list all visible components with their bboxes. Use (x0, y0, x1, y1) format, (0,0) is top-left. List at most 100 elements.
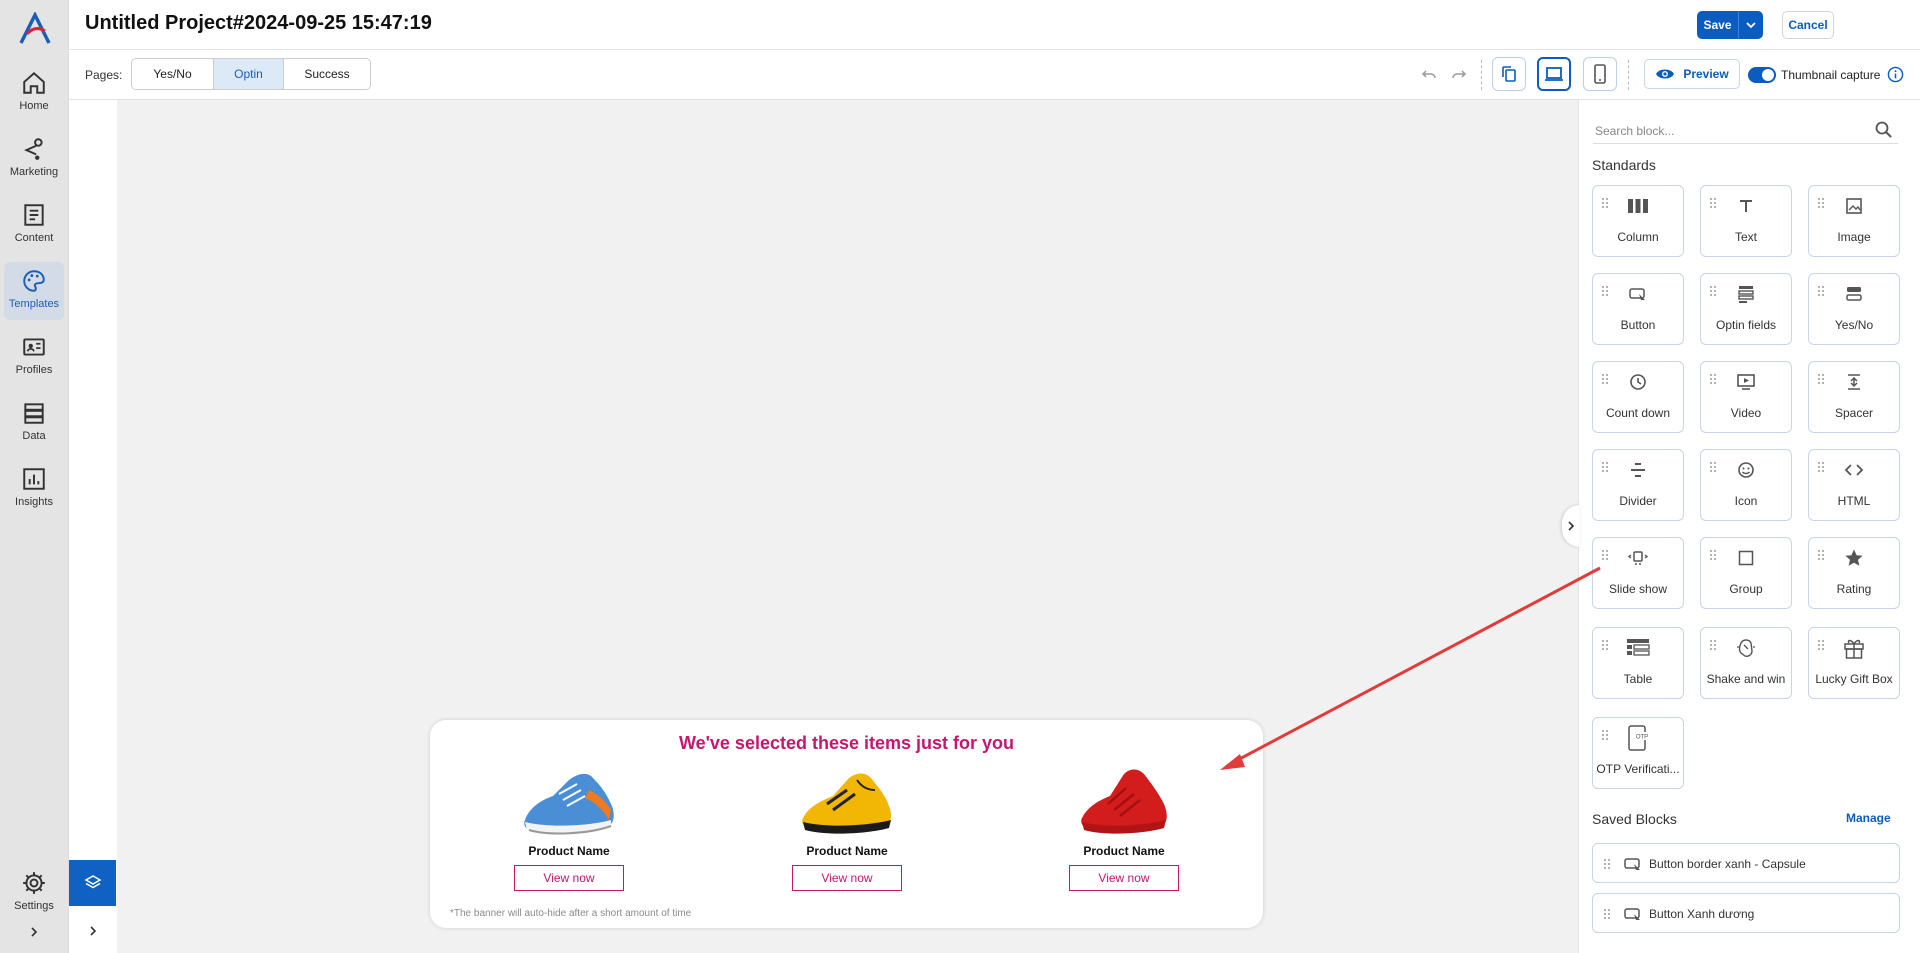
strip-expand-button[interactable] (82, 920, 104, 942)
palette-icon (23, 270, 45, 292)
drag-handle-icon[interactable] (1817, 285, 1825, 297)
view-now-button[interactable]: View now (792, 865, 902, 891)
block-count-down[interactable]: Count down (1592, 361, 1684, 433)
editor-toolbar: Pages: Yes/No Optin Success (69, 50, 1920, 100)
save-button[interactable]: Save (1697, 11, 1739, 39)
block-label: Slide show (1608, 582, 1668, 596)
block-slide-show[interactable]: Slide show (1592, 537, 1684, 609)
save-options-button[interactable] (1739, 11, 1763, 39)
block-label: Button (1620, 318, 1656, 332)
product-card[interactable]: Product Name View now (513, 760, 625, 891)
smiley-icon (1734, 458, 1758, 482)
block-video[interactable]: Video (1700, 361, 1792, 433)
drag-handle-icon[interactable] (1709, 461, 1717, 473)
mobile-view-button[interactable] (1583, 57, 1617, 91)
block-yes-no[interactable]: Yes/No (1808, 273, 1900, 345)
nav-insights[interactable]: Insights (4, 460, 64, 518)
nav-content[interactable]: Content (4, 196, 64, 254)
undo-button[interactable] (1418, 64, 1440, 86)
nav-marketing[interactable]: Marketing (4, 130, 64, 188)
drag-handle-icon[interactable] (1709, 549, 1717, 561)
drag-handle-icon[interactable] (1603, 908, 1611, 920)
nav-data[interactable]: Data (4, 394, 64, 452)
thumbnail-capture-toggle[interactable] (1748, 67, 1776, 83)
drag-handle-icon[interactable] (1603, 858, 1611, 870)
drag-handle-icon[interactable] (1601, 729, 1609, 741)
saved-block-item[interactable]: Button Xanh dương (1592, 893, 1900, 933)
banner-note[interactable]: *The banner will auto-hide after a short… (450, 908, 691, 919)
drag-handle-icon[interactable] (1601, 373, 1609, 385)
pages-tabs: Yes/No Optin Success (131, 58, 371, 90)
block-shake-and-win[interactable]: Shake and win (1700, 627, 1792, 699)
drag-handle-icon[interactable] (1601, 461, 1609, 473)
drag-handle-icon[interactable] (1817, 639, 1825, 651)
block-rating[interactable]: Rating (1808, 537, 1900, 609)
search-input[interactable]: Search block... (1595, 124, 1674, 138)
block-search[interactable]: Search block... (1593, 118, 1898, 144)
nav-profiles[interactable]: Profiles (4, 328, 64, 386)
block-table[interactable]: Table (1592, 627, 1684, 699)
banner-title[interactable]: We've selected these items just for you (430, 733, 1263, 754)
view-now-button[interactable]: View now (514, 865, 624, 891)
group-icon (1734, 546, 1758, 570)
block-column[interactable]: Column (1592, 185, 1684, 257)
view-now-button[interactable]: View now (1069, 865, 1179, 891)
tab-success[interactable]: Success (284, 59, 370, 89)
manage-saved-blocks-link[interactable]: Manage (1846, 811, 1891, 825)
block-spacer[interactable]: Spacer (1808, 361, 1900, 433)
app-logo[interactable] (18, 12, 52, 46)
preview-button[interactable]: Preview (1644, 59, 1740, 89)
block-label: Divider (1619, 494, 1657, 508)
product-card[interactable]: Product Name View now (1068, 760, 1180, 891)
product-name[interactable]: Product Name (806, 844, 887, 858)
tab-optin[interactable]: Optin (214, 59, 284, 89)
nav-content-label: Content (14, 232, 54, 244)
drag-handle-icon[interactable] (1601, 197, 1609, 209)
block-divider[interactable]: Divider (1592, 449, 1684, 521)
product-name[interactable]: Product Name (1083, 844, 1164, 858)
drag-handle-icon[interactable] (1601, 285, 1609, 297)
drag-handle-icon[interactable] (1817, 461, 1825, 473)
product-image-red-sneaker[interactable] (1074, 760, 1174, 840)
tab-yes-no[interactable]: Yes/No (132, 59, 214, 89)
spacer-icon (1842, 370, 1866, 394)
desktop-view-button[interactable] (1537, 57, 1571, 91)
block-button[interactable]: Button (1592, 273, 1684, 345)
layers-button[interactable] (69, 860, 116, 906)
drag-handle-icon[interactable] (1601, 639, 1609, 651)
info-icon[interactable] (1887, 66, 1904, 83)
cancel-button[interactable]: Cancel (1782, 11, 1834, 39)
search-icon[interactable] (1874, 120, 1894, 140)
block-html[interactable]: HTML (1808, 449, 1900, 521)
nav-home[interactable]: Home (4, 64, 64, 122)
block-group[interactable]: Group (1700, 537, 1792, 609)
block-text[interactable]: Text (1700, 185, 1792, 257)
block-label: Spacer (1834, 406, 1874, 420)
product-name[interactable]: Product Name (528, 844, 609, 858)
saved-block-item[interactable]: Button border xanh - Capsule (1592, 843, 1900, 883)
copy-view-button[interactable] (1492, 57, 1526, 91)
drag-handle-icon[interactable] (1709, 285, 1717, 297)
block-image[interactable]: Image (1808, 185, 1900, 257)
nav-settings[interactable]: Settings (4, 864, 64, 922)
block-optin-fields[interactable]: Optin fields (1700, 273, 1792, 345)
drag-handle-icon[interactable] (1601, 549, 1609, 561)
project-title[interactable]: Untitled Project#2024-09-25 15:47:19 (85, 12, 432, 35)
drag-handle-icon[interactable] (1709, 197, 1717, 209)
redo-button[interactable] (1448, 64, 1470, 86)
nav-templates[interactable]: Templates (4, 262, 64, 320)
block-lucky-gift-box[interactable]: Lucky Gift Box (1808, 627, 1900, 699)
product-image-yellow-sneaker[interactable] (797, 760, 897, 840)
data-icon (24, 403, 44, 424)
product-card[interactable]: Product Name View now (791, 760, 903, 891)
block-icon[interactable]: Icon (1700, 449, 1792, 521)
nav-expand-button[interactable] (22, 920, 46, 944)
drag-handle-icon[interactable] (1817, 197, 1825, 209)
product-image-blue-sneaker[interactable] (519, 760, 619, 840)
recommendation-banner[interactable]: We've selected these items just for you … (430, 720, 1263, 928)
drag-handle-icon[interactable] (1709, 639, 1717, 651)
block-otp-verificati[interactable]: OTP OTP Verificati... (1592, 717, 1684, 789)
drag-handle-icon[interactable] (1817, 373, 1825, 385)
drag-handle-icon[interactable] (1709, 373, 1717, 385)
drag-handle-icon[interactable] (1817, 549, 1825, 561)
